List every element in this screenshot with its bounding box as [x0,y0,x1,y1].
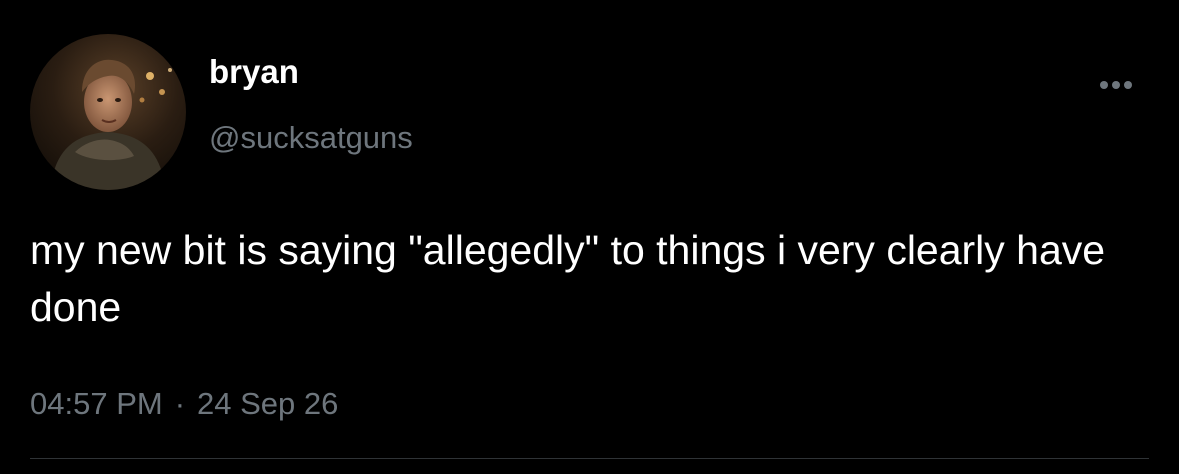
meta-separator: · [174,386,186,421]
tweet-date: 24 Sep 26 [197,386,339,421]
avatar[interactable] [30,34,186,190]
avatar-photo [30,34,186,190]
more-options-button[interactable] [1092,70,1140,100]
more-horizontal-icon [1100,81,1132,89]
tweet-timestamp[interactable]: 04:57 PM · 24 Sep 26 [30,382,338,426]
divider [30,458,1149,459]
tweet: bryan @sucksatguns my new bit is saying … [0,0,1179,474]
tweet-time: 04:57 PM [30,386,163,421]
user-handle[interactable]: @sucksatguns [209,117,413,159]
tweet-text: my new bit is saying "allegedly" to thin… [30,227,1106,330]
display-name[interactable]: bryan [209,50,299,94]
